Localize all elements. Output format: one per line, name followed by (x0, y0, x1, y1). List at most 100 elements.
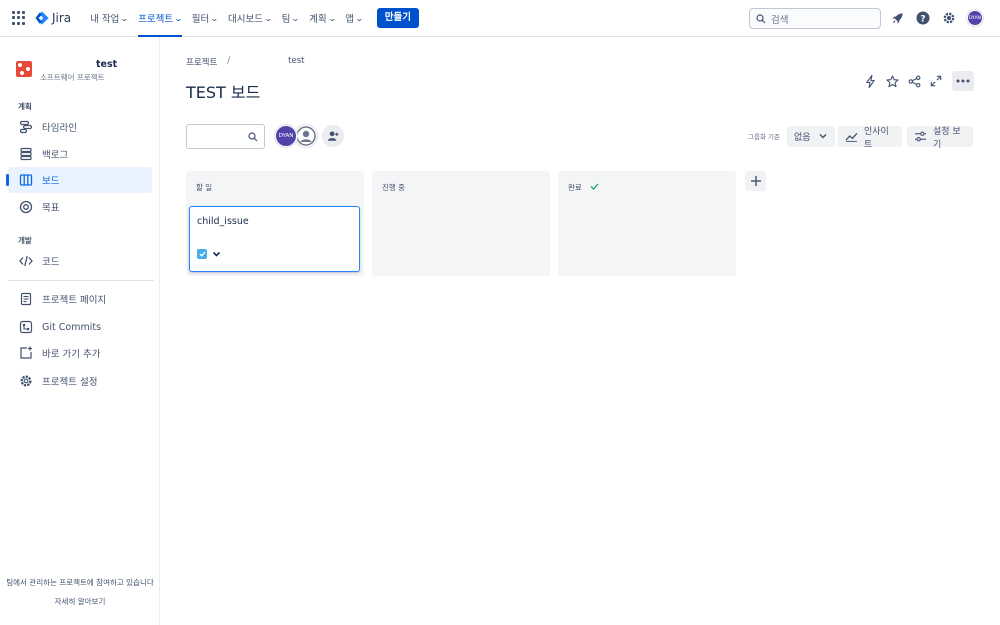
insights-chart-icon (845, 131, 858, 142)
sidebar-item-label: Git Commits (42, 321, 102, 333)
global-search-input[interactable]: 검색 (749, 8, 881, 29)
assignee-avatar[interactable]: DYAN (275, 125, 297, 147)
settings-icon (18, 373, 34, 389)
sidebar-item-label: 프로젝트 설정 (42, 377, 98, 388)
top-right-icons: ? DYAN (889, 10, 983, 26)
automation-lightning-icon[interactable] (862, 71, 878, 91)
chevron-down-icon: ⌄ (210, 13, 219, 23)
breadcrumb-separator: / (227, 56, 231, 66)
jira-logo[interactable]: Jira (35, 11, 71, 25)
column-title: 할 일 (196, 183, 213, 192)
search-placeholder: 검색 (771, 14, 789, 26)
add-column-button[interactable] (745, 171, 766, 191)
section-label-dev: 개발 (18, 236, 32, 245)
user-avatar[interactable]: DYAN (967, 10, 983, 26)
add-people-icon[interactable] (322, 125, 344, 147)
nav-item-label: 내 작업 (90, 14, 120, 25)
sidebar-item-code[interactable]: 코드 (8, 248, 152, 274)
breadcrumb-project[interactable]: test (288, 56, 304, 68)
more-actions-icon[interactable] (952, 71, 974, 91)
column-title: 진행 중 (382, 183, 406, 192)
svg-text:?: ? (920, 14, 925, 24)
help-icon[interactable]: ? (915, 10, 931, 26)
insights-button[interactable]: 인사이트 (838, 126, 902, 150)
group-by-label: 그룹화 기준 (748, 133, 780, 141)
project-name: test (96, 59, 118, 70)
page-title: TEST 보드 (186, 83, 261, 102)
issue-card-title: child_issue (197, 216, 249, 227)
issue-card[interactable]: child_issue (189, 206, 360, 272)
view-settings-label: 설정 보기 (933, 126, 961, 150)
chevron-down-icon[interactable] (212, 248, 221, 263)
notifications-rocket-icon[interactable] (889, 10, 905, 26)
insights-label: 인사이트 (864, 126, 889, 150)
settings-gear-icon[interactable] (941, 10, 957, 26)
add-shortcut-icon (18, 345, 34, 361)
sidebar-item-project-pages[interactable]: 프로젝트 페이지 (8, 286, 152, 312)
team-managed-notice: 팀에서 관리하는 프로젝트에 참여하고 있습니다 (6, 578, 154, 587)
view-settings-button[interactable]: 설정 보기 (907, 126, 973, 150)
sidebar-item-timeline[interactable]: 타임라인 (8, 114, 152, 140)
learn-more-link[interactable]: 자세히 알아보기 (0, 596, 160, 607)
unassigned-avatar-icon[interactable] (295, 125, 317, 147)
sidebar-divider (8, 280, 154, 281)
sidebar-item-add-shortcut[interactable]: 바로 가기 추가 (8, 340, 152, 366)
chevron-down-icon: ⌄ (355, 13, 364, 23)
project-header[interactable] (16, 61, 32, 77)
group-by-value: 없음 (794, 133, 811, 143)
column-header: 완료 (568, 182, 599, 193)
chevron-down-icon: ⌄ (263, 13, 273, 23)
done-check-icon (590, 183, 599, 192)
sidebar-item-label: 프로젝트 페이지 (42, 295, 107, 306)
sidebar-item-label: 타임라인 (42, 123, 77, 134)
column-header: 진행 중 (382, 182, 405, 193)
nav-item-label: 프로젝트 (138, 14, 174, 25)
logo-text: Jira (52, 11, 72, 25)
nav-item-label: 대시보드 (227, 14, 263, 25)
project-type: 소프트웨어 프로젝트 (40, 73, 105, 82)
breadcrumb: 프로젝트 / test (186, 56, 304, 68)
nav-item-teams[interactable]: 팀 ⌄ (277, 0, 304, 37)
group-by-dropdown[interactable]: 없음 (787, 126, 835, 147)
share-icon[interactable] (906, 71, 922, 91)
code-icon (18, 253, 34, 269)
sidebar-item-label: 바로 가기 추가 (42, 349, 101, 360)
star-icon[interactable] (884, 71, 900, 91)
sidebar-item-backlog[interactable]: 백로그 (8, 141, 152, 167)
sidebar-item-board[interactable]: 보드 (6, 167, 152, 193)
backlog-icon (18, 146, 34, 162)
nav-item-apps[interactable]: 앱 ⌄ (340, 0, 367, 37)
create-button[interactable]: 만들기 (376, 8, 419, 28)
search-icon (756, 13, 766, 23)
nav-item-label: 필터 (191, 14, 210, 25)
sidebar-item-label: 보드 (42, 176, 60, 187)
chevron-down-icon: ⌄ (174, 13, 183, 23)
sidebar-item-goals[interactable]: 목표 (8, 194, 152, 220)
nav-item-projects[interactable]: 프로젝트 ⌄ (133, 0, 187, 37)
board-search-input[interactable] (186, 124, 265, 149)
fullscreen-icon[interactable] (928, 71, 944, 91)
breadcrumb-projects[interactable]: 프로젝트 (186, 56, 217, 68)
goals-icon (18, 199, 34, 215)
nav-item-dashboards[interactable]: 대시보드 ⌄ (223, 0, 277, 37)
jira-icon (35, 11, 49, 25)
nav-item-label: 앱 (345, 14, 355, 25)
sidebar-item-git-commits[interactable]: Git Commits (8, 314, 152, 340)
plus-icon (750, 176, 761, 186)
project-sidebar: test 소프트웨어 프로젝트 계획 타임라인 백로그 보드 목표 개발 코드 … (0, 37, 160, 625)
git-commits-icon (18, 319, 34, 335)
nav-item-label: 팀 (281, 14, 291, 25)
board-icon (18, 172, 34, 188)
sidebar-item-project-settings[interactable]: 프로젝트 설정 (8, 368, 152, 394)
app-switcher-icon[interactable] (12, 11, 26, 25)
nav-menu: 내 작업 ⌄ 프로젝트 ⌄ 필터 ⌄ 대시보드 ⌄ 팀 ⌄ 계획 ⌄ 앱 ⌄ (85, 0, 368, 37)
task-icon (197, 249, 207, 259)
chevron-down-icon: ⌄ (120, 13, 130, 23)
column-title: 완료 (568, 183, 582, 192)
sidebar-item-label: 목표 (42, 203, 60, 214)
sidebar-item-label: 백로그 (42, 150, 69, 161)
nav-item-plans[interactable]: 계획 ⌄ (304, 0, 340, 37)
pages-icon (18, 291, 34, 307)
nav-item-filters[interactable]: 필터 ⌄ (187, 0, 223, 37)
nav-item-my-work[interactable]: 내 작업 ⌄ (85, 0, 133, 37)
